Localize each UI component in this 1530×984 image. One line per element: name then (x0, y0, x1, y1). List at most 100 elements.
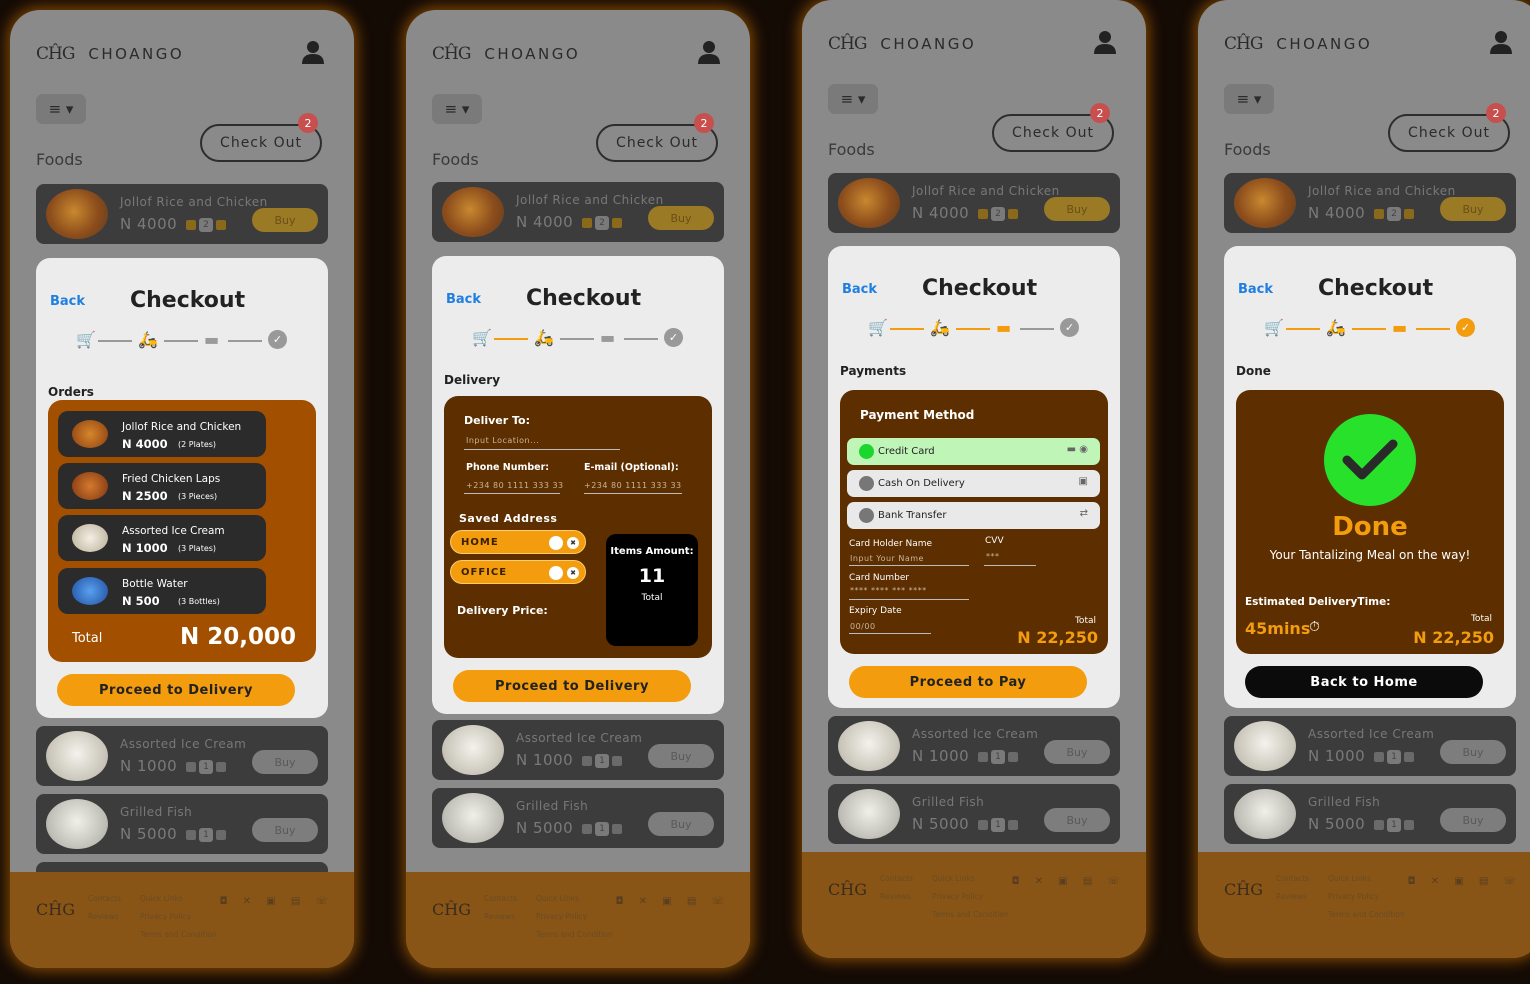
reviews-link[interactable]: Reviews (484, 908, 517, 926)
quantity-stepper[interactable]: 2 (978, 207, 1018, 221)
phone-field[interactable]: +234 80 1111 333 33 (466, 481, 564, 490)
buy-button[interactable]: Buy (1044, 740, 1110, 764)
food-card[interactable]: Grilled Fish N 5000 1 Buy (828, 784, 1120, 844)
buy-button[interactable]: Buy (1044, 808, 1110, 832)
proceed-to-delivery-button[interactable]: Proceed to Delivery (453, 670, 691, 702)
address-toggle[interactable] (549, 536, 563, 550)
buy-button[interactable]: Buy (252, 818, 318, 842)
back-link[interactable]: Back (446, 292, 481, 307)
quantity-stepper[interactable]: 1 (1374, 750, 1414, 764)
order-item[interactable]: Assorted Ice Cream N 1000 (3 Plates) (58, 515, 266, 561)
privacy-link[interactable]: Privacy Policy (1328, 888, 1405, 906)
privacy-link[interactable]: Privacy Policy (932, 888, 1009, 906)
card-number-input[interactable]: **** **** *** **** (850, 586, 927, 595)
menu-button[interactable]: ≡ ▾ (828, 84, 878, 114)
quantity-stepper[interactable]: 1 (582, 754, 622, 768)
menu-button[interactable]: ≡ ▾ (1224, 84, 1274, 114)
quantity-stepper[interactable]: 1 (978, 750, 1018, 764)
payment-option-bank-transfer[interactable]: Bank Transfer ⇄ (847, 502, 1100, 529)
reviews-link[interactable]: Reviews (88, 908, 121, 926)
food-card[interactable]: Assorted Ice Cream N 1000 1 Buy (828, 716, 1120, 776)
social-icons[interactable]: ◘ ✕ ▣ ▤ ☏ (1408, 876, 1522, 887)
terms-link[interactable]: Terms and Condition (140, 926, 217, 944)
expiry-input[interactable]: 00/00 (850, 622, 876, 631)
user-icon[interactable] (1490, 30, 1512, 54)
quantity-stepper[interactable]: 2 (186, 218, 226, 232)
menu-button[interactable]: ≡ ▾ (36, 94, 86, 124)
payment-option-credit-card[interactable]: Credit Card ▬ ◉ (847, 438, 1100, 465)
quick-links-link[interactable]: Quick Links (932, 870, 1009, 888)
food-card[interactable]: Assorted Ice Cream N 1000 1 Buy (432, 720, 724, 780)
payment-option-cash[interactable]: Cash On Delivery ▣ (847, 470, 1100, 497)
app-logo[interactable]: CĤG CHOANGO (36, 44, 184, 64)
social-icons[interactable]: ◘ ✕ ▣ ▤ ☏ (616, 896, 730, 907)
radio-dot[interactable] (859, 508, 874, 523)
proceed-to-pay-button[interactable]: Proceed to Pay (849, 666, 1087, 698)
terms-link[interactable]: Terms and Condition (1328, 906, 1405, 924)
reviews-link[interactable]: Reviews (880, 888, 913, 906)
social-icons[interactable]: ◘ ✕ ▣ ▤ ☏ (220, 896, 334, 907)
food-card[interactable]: Jollof Rice and Chicken N 4000 2 Buy (1224, 173, 1516, 233)
food-card[interactable]: Jollof Rice and Chicken N 4000 2 Buy (36, 184, 328, 244)
privacy-link[interactable]: Privacy Policy (140, 908, 217, 926)
food-card[interactable]: Assorted Ice Cream N 1000 1 Buy (36, 726, 328, 786)
order-item[interactable]: Jollof Rice and Chicken N 4000 (2 Plates) (58, 411, 266, 457)
app-logo[interactable]: CĤG CHOANGO (1224, 34, 1372, 54)
user-icon[interactable] (302, 40, 324, 64)
buy-button[interactable]: Buy (1440, 740, 1506, 764)
buy-button[interactable]: Buy (1440, 808, 1506, 832)
menu-button[interactable]: ≡ ▾ (432, 94, 482, 124)
quantity-stepper[interactable]: 1 (978, 818, 1018, 832)
buy-button[interactable]: Buy (648, 206, 714, 230)
quantity-stepper[interactable]: 1 (186, 760, 226, 774)
back-link[interactable]: Back (50, 294, 85, 309)
buy-button[interactable]: Buy (1440, 197, 1506, 221)
food-card[interactable]: Jollof Rice and Chicken N 4000 2 Buy (828, 173, 1120, 233)
email-field[interactable]: +234 80 1111 333 33 (584, 481, 682, 490)
back-link[interactable]: Back (842, 282, 877, 297)
terms-link[interactable]: Terms and Condition (536, 926, 613, 944)
order-item[interactable]: Fried Chicken Laps N 2500 (3 Pieces) (58, 463, 266, 509)
food-card[interactable]: Grilled Fish N 5000 1 Buy (1224, 784, 1516, 844)
quick-links-link[interactable]: Quick Links (1328, 870, 1405, 888)
contacts-link[interactable]: Contacts (1276, 870, 1309, 888)
quantity-stepper[interactable]: 2 (1374, 207, 1414, 221)
user-icon[interactable] (1094, 30, 1116, 54)
food-card[interactable]: Grilled Fish N 5000 1 Buy (432, 788, 724, 848)
buy-button[interactable]: Buy (648, 812, 714, 836)
radio-dot[interactable] (859, 476, 874, 491)
buy-button[interactable]: Buy (252, 750, 318, 774)
delete-icon[interactable]: ✖ (567, 567, 579, 579)
social-icons[interactable]: ◘ ✕ ▣ ▤ ☏ (1012, 876, 1126, 887)
address-home[interactable]: HOME ✖ (450, 530, 586, 554)
card-holder-input[interactable]: Input Your Name (850, 554, 924, 563)
quick-links-link[interactable]: Quick Links (140, 890, 217, 908)
contacts-link[interactable]: Contacts (484, 890, 517, 908)
contacts-link[interactable]: Contacts (88, 890, 121, 908)
food-card[interactable]: Assorted Ice Cream N 1000 1 Buy (1224, 716, 1516, 776)
cvv-input[interactable]: *** (986, 552, 1000, 561)
quantity-stepper[interactable]: 1 (1374, 818, 1414, 832)
delete-icon[interactable]: ✖ (567, 537, 579, 549)
address-toggle[interactable] (549, 566, 563, 580)
terms-link[interactable]: Terms and Condition (932, 906, 1009, 924)
quantity-stepper[interactable]: 1 (582, 822, 622, 836)
contacts-link[interactable]: Contacts (880, 870, 913, 888)
location-input[interactable]: Input Location... (466, 436, 539, 445)
quick-links-link[interactable]: Quick Links (536, 890, 613, 908)
user-icon[interactable] (698, 40, 720, 64)
buy-button[interactable]: Buy (648, 744, 714, 768)
proceed-to-delivery-button[interactable]: Proceed to Delivery (57, 674, 295, 706)
order-item[interactable]: Bottle Water N 500 (3 Bottles) (58, 568, 266, 614)
quantity-stepper[interactable]: 2 (582, 216, 622, 230)
reviews-link[interactable]: Reviews (1276, 888, 1309, 906)
privacy-link[interactable]: Privacy Policy (536, 908, 613, 926)
buy-button[interactable]: Buy (252, 208, 318, 232)
radio-dot[interactable] (859, 444, 874, 459)
address-office[interactable]: OFFICE ✖ (450, 560, 586, 584)
app-logo[interactable]: CĤG CHOANGO (432, 44, 580, 64)
back-to-home-button[interactable]: Back to Home (1245, 666, 1483, 698)
app-logo[interactable]: CĤG CHOANGO (828, 34, 976, 54)
food-card[interactable]: Grilled Fish N 5000 1 Buy (36, 794, 328, 854)
food-card[interactable]: Jollof Rice and Chicken N 4000 2 Buy (432, 182, 724, 242)
